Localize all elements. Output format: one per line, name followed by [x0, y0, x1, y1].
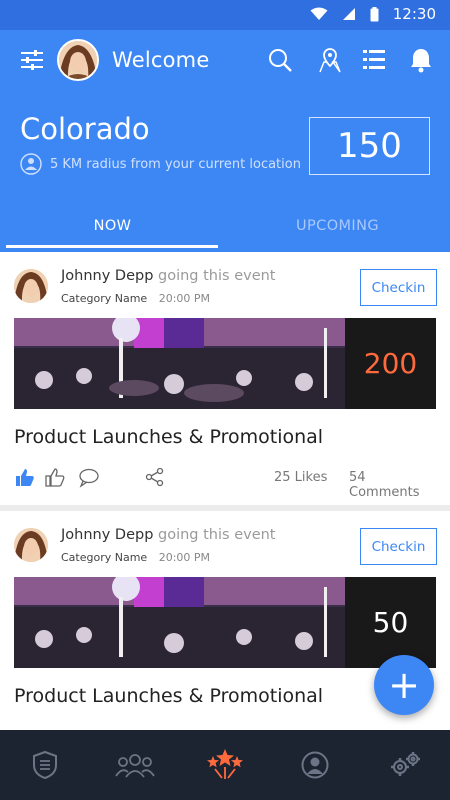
post-actions: 25 Likes 54 Comments	[14, 466, 438, 500]
nav-item-settings[interactable]	[360, 730, 450, 800]
notification-bell-icon[interactable]	[407, 46, 435, 74]
category-name: Category Name	[61, 292, 148, 305]
add-event-button[interactable]: +	[374, 655, 434, 715]
post-meta: Category Name 20:00 PM	[61, 551, 210, 564]
search-icon[interactable]	[266, 46, 294, 74]
post-user-line: Johnny Depp going this event	[61, 527, 276, 543]
welcome-title: Welcome	[112, 48, 210, 72]
wifi-icon	[310, 7, 328, 20]
nav-item-groups[interactable]	[90, 730, 180, 800]
event-image[interactable]: 200	[14, 318, 436, 409]
tab-indicator	[6, 245, 218, 248]
tab-upcoming[interactable]: UPCOMING	[225, 208, 450, 252]
user-name[interactable]: Johnny Depp	[61, 527, 153, 543]
settings-icon	[391, 752, 420, 776]
city-name: Colorado	[20, 112, 150, 146]
filter-sliders-icon[interactable]	[18, 46, 46, 74]
list-icon[interactable]	[360, 46, 388, 74]
user-location-icon	[20, 153, 42, 175]
plus-icon: +	[388, 663, 420, 707]
nav-item-shield[interactable]	[0, 730, 90, 800]
nav-item-events[interactable]	[180, 730, 270, 800]
event-photo	[14, 318, 345, 409]
stars-icon	[207, 749, 243, 779]
user-action: going this event	[158, 268, 276, 284]
post-meta: Category Name 20:00 PM	[61, 292, 210, 305]
header: Welcome Colorado 5 KM radius from your c…	[0, 30, 450, 252]
radius-info: 5 KM radius from your current location	[20, 153, 301, 175]
event-title[interactable]: Product Launches & Promotional	[14, 685, 323, 707]
status-bar: 12:30	[0, 0, 450, 30]
status-time: 12:30	[392, 5, 436, 23]
user-avatar[interactable]	[14, 528, 48, 562]
event-photo	[14, 577, 345, 668]
event-title[interactable]: Product Launches & Promotional	[14, 426, 323, 448]
thumbs-up-outline-icon[interactable]	[44, 466, 66, 488]
comment-icon[interactable]	[78, 466, 100, 488]
checkin-button[interactable]: Checkin	[360, 269, 437, 306]
signal-icon	[342, 8, 355, 20]
event-time: 20:00 PM	[158, 292, 211, 305]
user-action: going this event	[158, 527, 276, 543]
share-icon[interactable]	[144, 466, 166, 488]
event-card: Johnny Depp going this event Category Na…	[0, 252, 450, 505]
avatar[interactable]	[57, 39, 99, 81]
event-feed[interactable]: Johnny Depp going this event Category Na…	[0, 252, 450, 730]
user-name[interactable]: Johnny Depp	[61, 268, 153, 284]
battery-icon	[370, 6, 379, 21]
category-name: Category Name	[61, 551, 148, 564]
post-user-line: Johnny Depp going this event	[61, 268, 276, 284]
nav-item-profile[interactable]	[270, 730, 360, 800]
nearby-event-count: 150	[309, 117, 430, 175]
comments-count[interactable]: 54 Comments	[349, 470, 438, 500]
thumbs-up-filled-icon[interactable]	[14, 466, 36, 488]
attendee-count: 50	[372, 606, 409, 639]
likes-count[interactable]: 25 Likes	[274, 470, 327, 485]
shield-list-icon	[33, 750, 57, 780]
event-time: 20:00 PM	[158, 551, 211, 564]
attendee-count: 200	[363, 347, 418, 380]
bottom-navigation	[0, 730, 450, 800]
profile-icon	[301, 751, 329, 779]
event-image[interactable]: 50	[14, 577, 436, 668]
user-avatar[interactable]	[14, 269, 48, 303]
checkin-button[interactable]: Checkin	[360, 528, 437, 565]
top-toolbar: Welcome	[0, 38, 450, 82]
group-icon	[115, 754, 155, 778]
radius-text: 5 KM radius from your current location	[50, 156, 301, 172]
map-location-icon[interactable]	[316, 46, 344, 74]
tab-bar: NOW UPCOMING	[0, 208, 450, 252]
